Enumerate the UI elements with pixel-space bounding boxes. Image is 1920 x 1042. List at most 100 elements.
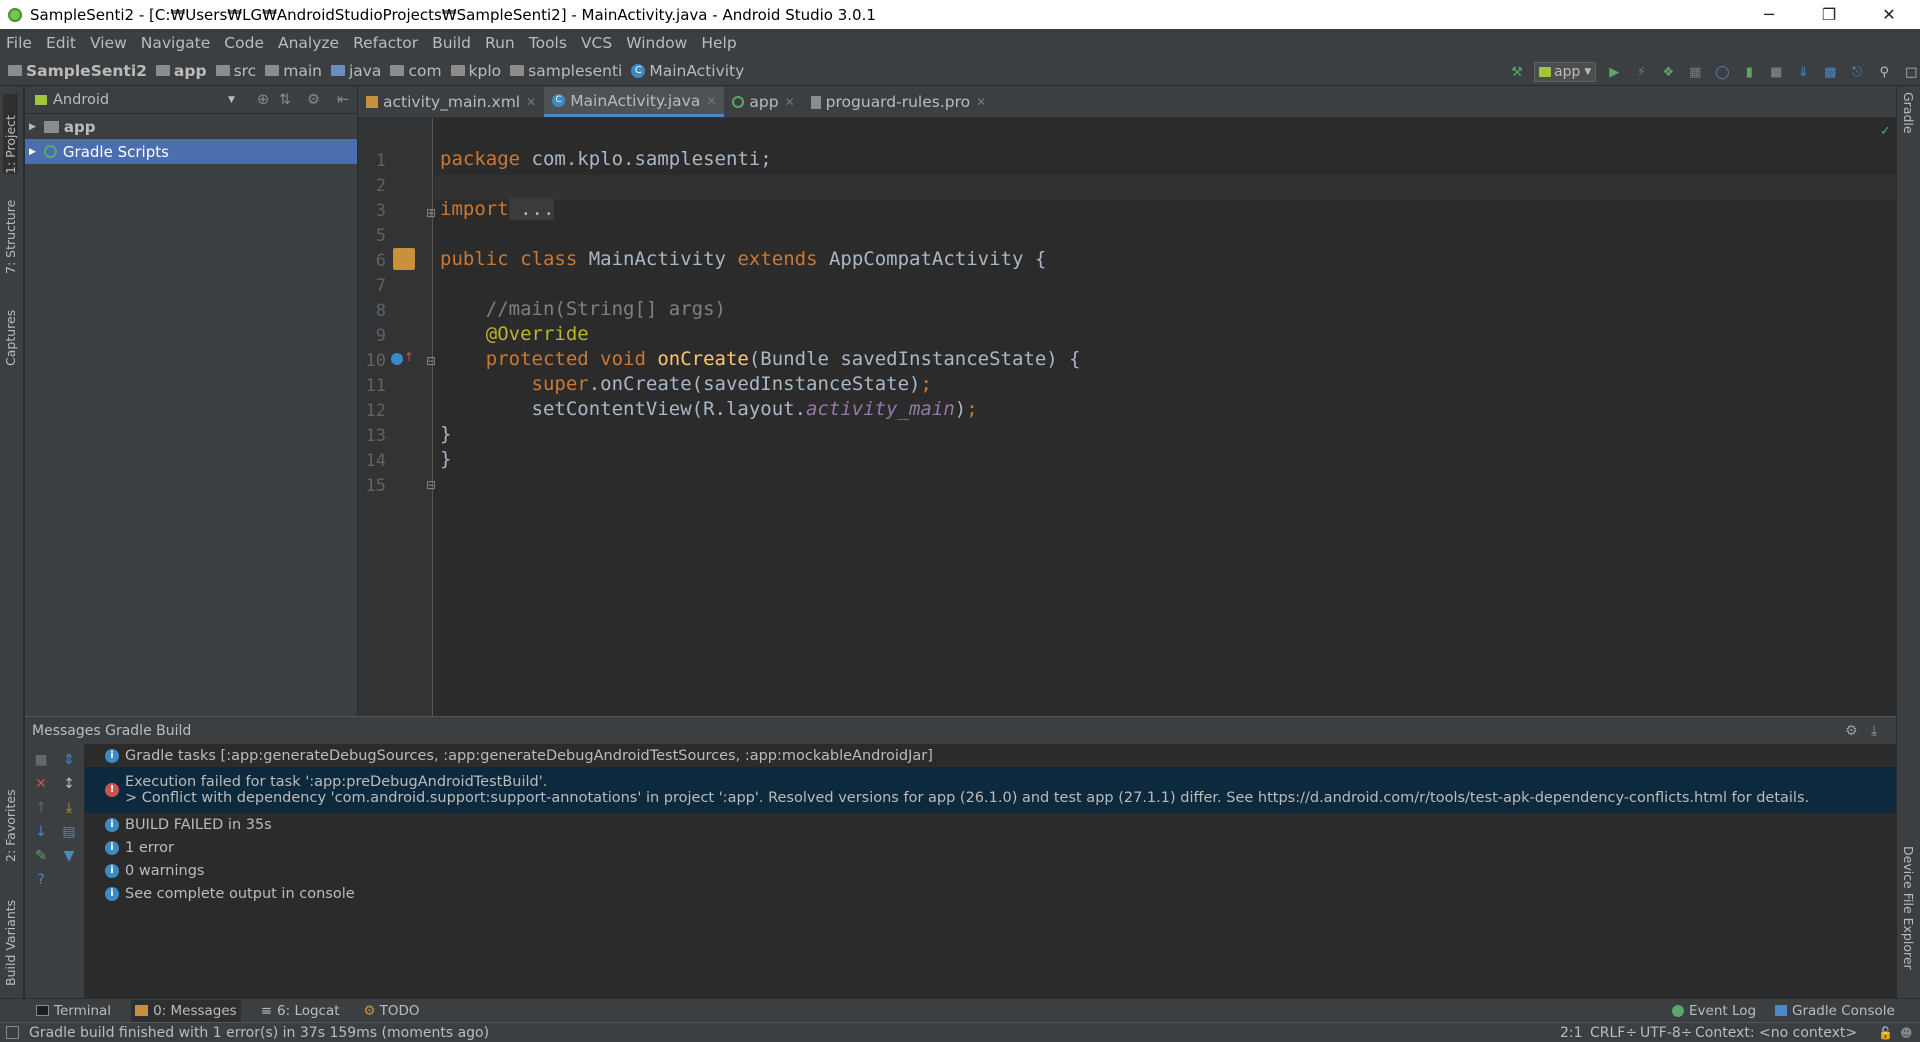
hide-panel-icon[interactable]: ⇤ <box>337 92 349 108</box>
caret-position[interactable]: 2:1 <box>1560 1025 1583 1041</box>
avd-manager-icon[interactable]: ▩ <box>1821 63 1839 81</box>
view-mode-dropdown-icon[interactable]: ▼ <box>228 95 235 105</box>
tool-tab-todo[interactable]: ⚙ TODO <box>360 1000 424 1022</box>
tab-proguard-rules[interactable]: proguard-rules.pro ✕ <box>803 87 995 117</box>
apply-changes-icon[interactable]: ⚡ <box>1632 63 1650 81</box>
collapse-all-icon[interactable]: ↕ <box>61 776 77 792</box>
filter-icon[interactable]: ▼ <box>61 848 77 864</box>
menu-file[interactable]: File <box>6 34 32 52</box>
breadcrumb-main[interactable]: main <box>265 62 322 80</box>
breadcrumb-project[interactable]: SampleSenti2 <box>8 62 147 80</box>
minimize-button[interactable]: ─ <box>1740 0 1798 29</box>
context-indicator[interactable]: Context: <no context> <box>1695 1025 1857 1041</box>
close-button[interactable]: ✕ <box>1860 0 1918 29</box>
breadcrumb-src[interactable]: src <box>215 62 256 80</box>
run-config-select[interactable]: app ▼ <box>1534 62 1597 82</box>
next-message-icon[interactable]: ↓ <box>33 824 49 840</box>
message-row[interactable]: i See complete output in console <box>85 882 1896 905</box>
menu-help[interactable]: Help <box>701 34 736 52</box>
tab-activity-main-xml[interactable]: activity_main.xml ✕ <box>358 87 544 117</box>
print-icon[interactable]: ▤ <box>61 824 77 840</box>
menu-vcs[interactable]: VCS <box>581 34 612 52</box>
expand-all-icon[interactable]: ⇕ <box>61 752 77 768</box>
message-row[interactable]: i Gradle tasks [:app:generateDebugSources… <box>85 744 1896 767</box>
close-tab-icon[interactable]: ✕ <box>526 95 536 109</box>
sdk-manager-icon[interactable]: ⎋ <box>1848 63 1866 81</box>
breadcrumb-java[interactable]: java <box>330 62 381 80</box>
fold-collapse-icon[interactable]: ⊟ <box>426 354 436 368</box>
tool-tab-event-log[interactable]: Event Log <box>1672 1003 1756 1019</box>
breadcrumb-samplesenti[interactable]: samplesenti <box>510 62 622 80</box>
attach-debugger-icon[interactable]: ◯ <box>1713 63 1731 81</box>
fold-end-icon[interactable]: ⊟ <box>426 478 436 492</box>
folded-imports[interactable]: ... <box>508 198 555 220</box>
collapse-all-icon[interactable]: ⇅ <box>279 92 291 108</box>
tool-tab-logcat[interactable]: ≡ 6: Logcat <box>257 1000 344 1022</box>
tree-item-app[interactable]: ▶ app <box>25 114 357 139</box>
message-row[interactable]: i BUILD FAILED in 35s <box>85 813 1896 836</box>
close-messages-icon[interactable]: ✕ <box>33 776 49 792</box>
tab-mainactivity-java[interactable]: C MainActivity.java ✕ <box>544 87 725 117</box>
menu-view[interactable]: View <box>90 34 127 52</box>
fold-expand-icon[interactable]: ⊞ <box>426 206 436 220</box>
code-editor[interactable]: 1 2 3 5 6 7 8 9 10 11 12 13 14 15 ↑ ⊞ ⊟ … <box>358 118 1898 716</box>
tool-tab-project[interactable]: 1: Project <box>3 94 18 174</box>
stop-build-icon[interactable]: ■ <box>33 752 49 768</box>
settings-gear-icon[interactable]: ⚙ <box>1845 723 1858 739</box>
menu-window[interactable]: Window <box>626 34 687 52</box>
message-row[interactable]: i 1 error <box>85 836 1896 859</box>
settings-gear-icon[interactable]: ⚙ <box>307 92 320 108</box>
locate-icon[interactable]: ⊕ <box>257 92 269 108</box>
export-to-text-icon[interactable]: ⤓ <box>61 800 77 816</box>
breadcrumb-app[interactable]: app <box>155 62 207 80</box>
coverage-icon[interactable]: ▮ <box>1740 63 1758 81</box>
message-row[interactable]: i 0 warnings <box>85 859 1896 882</box>
tool-tab-favorites[interactable]: 2: Favorites <box>3 766 18 862</box>
search-everywhere-icon[interactable]: ⚲ <box>1875 63 1893 81</box>
tab-app-gradle[interactable]: app ✕ <box>724 87 802 117</box>
lock-icon[interactable]: 🔓 <box>1878 1026 1893 1040</box>
breadcrumb-kplo[interactable]: kplo <box>450 62 501 80</box>
previous-message-icon[interactable]: ↑ <box>33 800 49 816</box>
close-tab-icon[interactable]: ✕ <box>976 95 986 109</box>
status-message[interactable]: Gradle build finished with 1 error(s) in… <box>29 1025 489 1041</box>
menu-tools[interactable]: Tools <box>529 34 567 52</box>
sync-gradle-icon[interactable]: ⇓ <box>1794 63 1812 81</box>
menu-edit[interactable]: Edit <box>46 34 76 52</box>
run-icon[interactable]: ▶ <box>1605 63 1623 81</box>
tool-tab-gradle[interactable]: Gradle <box>1901 92 1916 162</box>
tool-tab-terminal[interactable]: Terminal <box>32 1000 115 1022</box>
tool-tab-structure[interactable]: 7: Structure <box>3 186 18 274</box>
breadcrumb-com[interactable]: com <box>390 62 442 80</box>
menu-run[interactable]: Run <box>485 34 515 52</box>
message-row-error[interactable]: ! Execution failed for task ':app:preDeb… <box>85 767 1896 813</box>
close-tab-icon[interactable]: ✕ <box>706 94 716 108</box>
menu-navigate[interactable]: Navigate <box>141 34 211 52</box>
event-log-toggle-icon[interactable]: □ <box>1902 63 1920 81</box>
tool-windows-toggle-icon[interactable] <box>6 1026 19 1039</box>
export-icon[interactable]: ✎ <box>33 848 49 864</box>
menu-analyze[interactable]: Analyze <box>278 34 339 52</box>
expand-arrow-icon[interactable]: ▶ <box>29 147 36 157</box>
make-project-icon[interactable]: ⚒ <box>1508 63 1526 81</box>
tool-tab-captures[interactable]: Captures <box>3 296 18 366</box>
layout-preview-icon[interactable] <box>393 248 415 270</box>
line-separator[interactable]: CRLF÷ <box>1590 1025 1637 1041</box>
inspection-ok-icon[interactable]: ✓ <box>1880 124 1891 139</box>
tool-tab-messages[interactable]: 0: Messages <box>131 999 241 1022</box>
breadcrumb-mainactivity[interactable]: C MainActivity <box>631 62 744 80</box>
hide-panel-icon[interactable]: ⤓ <box>1871 723 1877 739</box>
hector-icon[interactable]: ☻ <box>1900 1026 1913 1040</box>
file-encoding[interactable]: UTF-8÷ <box>1640 1025 1693 1041</box>
tree-item-gradle-scripts[interactable]: ▶ Gradle Scripts <box>25 139 357 164</box>
close-tab-icon[interactable]: ✕ <box>785 95 795 109</box>
menu-refactor[interactable]: Refactor <box>353 34 418 52</box>
tool-tab-build-variants[interactable]: Build Variants <box>3 876 18 986</box>
profile-icon[interactable]: ▦ <box>1686 63 1704 81</box>
restore-button[interactable]: ❐ <box>1800 0 1858 29</box>
tool-tab-gradle-console[interactable]: Gradle Console <box>1775 1003 1895 1019</box>
menu-build[interactable]: Build <box>432 34 471 52</box>
override-method-icon[interactable] <box>391 353 403 365</box>
debug-icon[interactable]: ❖ <box>1659 63 1677 81</box>
project-view-mode[interactable]: Android <box>53 92 109 108</box>
